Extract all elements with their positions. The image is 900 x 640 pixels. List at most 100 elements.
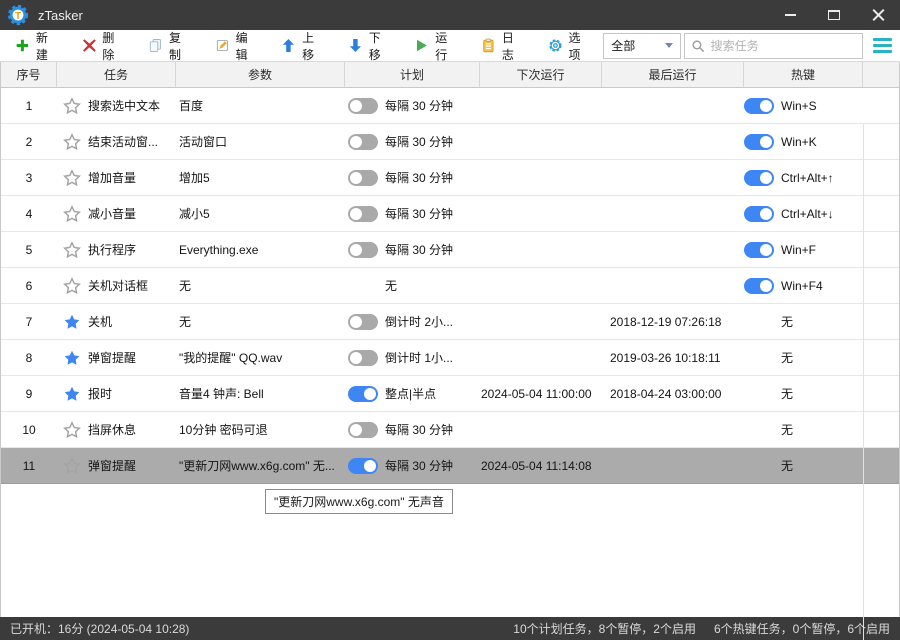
table-row[interactable]: 9 报时 音量4 钟声: Bell 整点|半点 2024-05-04 11:00… — [1, 376, 899, 412]
minimize-icon — [784, 14, 796, 16]
plan-toggle[interactable] — [348, 133, 378, 150]
plan-toggle[interactable] — [348, 385, 378, 402]
task-name: 结束活动窗... — [88, 135, 159, 149]
arrow-down-icon — [349, 39, 361, 52]
table-row[interactable]: 11 弹窗提醒 "更新刀网www.x6g.com" 无... 每隔 30 分钟 … — [1, 448, 899, 484]
table-row[interactable]: 10 挡屏休息 10分钟 密码可退 每隔 30 分钟 无 — [1, 412, 899, 448]
star-icon[interactable] — [63, 276, 81, 295]
hotkey-toggle[interactable] — [744, 241, 774, 258]
plan-toggle[interactable] — [348, 313, 378, 330]
star-icon[interactable] — [63, 349, 81, 367]
task-param: Everything.exe — [179, 242, 259, 257]
table-row[interactable]: 2 结束活动窗... 活动窗口 每隔 30 分钟 Win+K — [1, 124, 899, 160]
chevron-down-icon — [664, 43, 673, 48]
row-number: 5 — [25, 242, 33, 257]
filter-value: 全部 — [611, 39, 636, 53]
run-icon — [417, 39, 428, 52]
table-row[interactable]: 1 搜索选中文本 百度 每隔 30 分钟 Win+S — [1, 88, 899, 124]
run-task-button[interactable]: 运行 — [403, 31, 470, 62]
copy-task-button[interactable]: 复制 — [137, 31, 204, 62]
row-number: 3 — [25, 170, 33, 185]
maximize-button[interactable] — [812, 0, 856, 30]
plan-toggle[interactable] — [348, 169, 378, 186]
star-icon[interactable] — [63, 385, 81, 403]
delete-task-button[interactable]: 删除 — [71, 31, 138, 62]
toolbar: 新建 删除 复制 编辑 上移 下移 运行 日志 选项 全部 搜索任务 — [0, 30, 900, 62]
plan-toggle[interactable] — [348, 349, 378, 366]
hotkey-toggle[interactable] — [744, 169, 774, 186]
close-button[interactable] — [856, 0, 900, 30]
column-header-plan[interactable]: 计划 — [345, 62, 480, 87]
column-header-spacer — [863, 62, 899, 87]
row-spacer — [863, 232, 899, 267]
move-down-button[interactable]: 下移 — [337, 31, 404, 62]
log-button[interactable]: 日志 — [470, 31, 537, 62]
star-icon[interactable] — [63, 456, 81, 475]
search-input[interactable] — [710, 38, 856, 53]
next-run: 2024-05-04 11:14:08 — [481, 458, 592, 473]
star-icon[interactable] — [63, 204, 81, 223]
star-icon[interactable] — [63, 168, 81, 187]
plan-text: 整点|半点 — [385, 387, 437, 401]
task-param: 音量4 钟声: Bell — [179, 387, 264, 401]
task-param: 减小5 — [179, 207, 210, 221]
column-header-task[interactable]: 任务 — [57, 62, 176, 87]
column-header-last[interactable]: 最后运行 — [602, 62, 744, 87]
table-right-divider — [863, 124, 864, 640]
star-icon[interactable] — [63, 96, 81, 115]
filter-dropdown[interactable]: 全部 — [603, 32, 681, 59]
table-row[interactable]: 5 执行程序 Everything.exe 每隔 30 分钟 Win+F — [1, 232, 899, 268]
plan-toggle[interactable] — [348, 97, 378, 114]
hotkey-text: 无 — [781, 423, 794, 437]
task-name: 增加音量 — [88, 171, 137, 185]
row-number: 4 — [25, 206, 33, 221]
column-header-next[interactable]: 下次运行 — [480, 62, 602, 87]
copy-task-label: 复制 — [168, 30, 181, 62]
table-row[interactable]: 3 增加音量 增加5 每隔 30 分钟 Ctrl+Alt+↑ — [1, 160, 899, 196]
list-menu-icon[interactable] — [873, 37, 892, 54]
plan-text: 每隔 30 分钟 — [385, 99, 454, 113]
plan-text: 无 — [385, 279, 398, 293]
hotkey-toggle[interactable] — [744, 133, 774, 150]
plan-text: 倒计时 2小... — [385, 315, 454, 329]
task-param: 活动窗口 — [179, 135, 228, 149]
table-row[interactable]: 4 减小音量 减小5 每隔 30 分钟 Ctrl+Alt+↓ — [1, 196, 899, 232]
hotkey-toggle[interactable] — [744, 205, 774, 222]
next-run — [480, 268, 602, 303]
column-header-num[interactable]: 序号 — [1, 62, 57, 87]
edit-task-button[interactable]: 编辑 — [204, 31, 271, 62]
task-name: 关机 — [88, 315, 113, 329]
options-icon — [548, 39, 562, 52]
plan-toggle[interactable] — [348, 205, 378, 222]
table-row[interactable]: 8 弹窗提醒 "我的提醒" QQ.wav 倒计时 1小... 2019-03-2… — [1, 340, 899, 376]
move-up-button[interactable]: 上移 — [270, 31, 337, 62]
task-name: 关机对话框 — [88, 279, 149, 293]
plan-toggle[interactable] — [348, 241, 378, 258]
task-param: "我的提醒" QQ.wav — [179, 351, 283, 365]
row-number: 6 — [25, 278, 33, 293]
new-task-button[interactable]: 新建 — [4, 31, 71, 62]
row-spacer — [863, 340, 899, 375]
task-name: 搜索选中文本 — [88, 99, 161, 113]
row-spacer — [863, 376, 899, 411]
column-header-hotkey[interactable]: 热键 — [744, 62, 863, 87]
star-icon[interactable] — [63, 240, 81, 259]
hotkey-toggle[interactable] — [744, 97, 774, 114]
close-icon — [872, 9, 885, 22]
row-spacer — [863, 196, 899, 231]
row-spacer — [863, 268, 899, 303]
star-icon[interactable] — [63, 132, 81, 151]
options-button[interactable]: 选项 — [537, 31, 604, 62]
hotkey-toggle[interactable] — [744, 277, 774, 294]
table-row[interactable]: 7 关机 无 倒计时 2小... 2018-12-19 07:26:18 无 — [1, 304, 899, 340]
minimize-button[interactable] — [768, 0, 812, 30]
table-row[interactable]: 6 关机对话框 无 无 Win+F4 — [1, 268, 899, 304]
plan-toggle[interactable] — [348, 457, 378, 474]
plus-icon — [16, 39, 29, 52]
plan-toggle[interactable] — [348, 421, 378, 438]
task-name: 弹窗提醒 — [88, 351, 137, 365]
star-icon[interactable] — [63, 313, 81, 331]
row-spacer — [863, 88, 899, 123]
star-icon[interactable] — [63, 420, 81, 439]
column-header-param[interactable]: 参数 — [176, 62, 345, 87]
